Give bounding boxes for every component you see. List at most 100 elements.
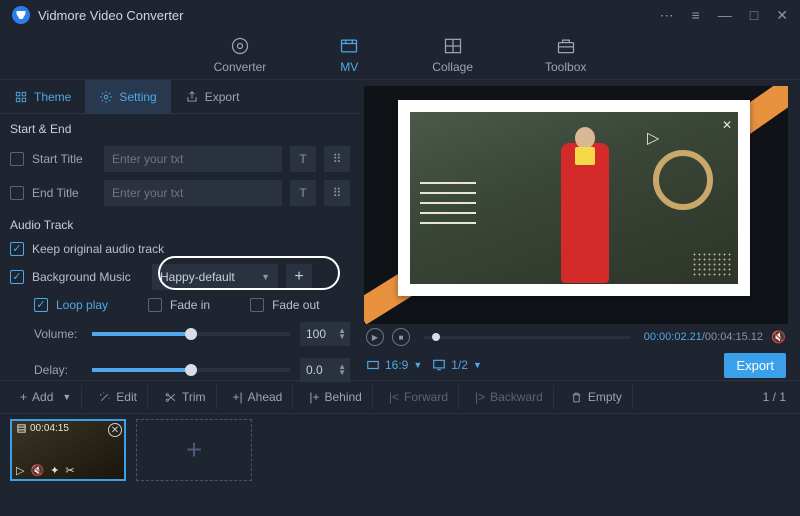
clip-thumbnail[interactable]: 00:04:15 ✕ ▷ 🔇 ✦ ✂ — [10, 419, 126, 481]
add-clip-button[interactable]: + — [136, 419, 252, 481]
content-area: Theme Setting Export Start & End Start T… — [0, 80, 800, 380]
bg-music-checkbox[interactable] — [10, 270, 24, 284]
tab-collage[interactable]: Collage — [424, 32, 481, 78]
clip-play-icon[interactable]: ▷ — [16, 464, 24, 477]
screens-value: 1/2 — [451, 358, 468, 372]
tab-converter[interactable]: Converter — [206, 32, 275, 78]
settings-panel: Theme Setting Export Start & End Start T… — [0, 80, 360, 380]
photo-border: ▷ ✕ — [398, 100, 750, 296]
forward-icon: |< — [389, 390, 399, 404]
ahead-icon: +| — [233, 390, 243, 404]
bg-music-label: Background Music — [32, 270, 144, 284]
start-title-input[interactable] — [104, 146, 282, 172]
subtab-theme-label: Theme — [34, 90, 71, 104]
clip-mute-icon[interactable]: 🔇 — [30, 464, 44, 477]
forward-button[interactable]: |< Forward — [379, 385, 459, 409]
volume-slider[interactable] — [92, 332, 290, 336]
backward-button[interactable]: |> Backward — [465, 385, 554, 409]
fadeout-option: Fade out — [250, 298, 319, 312]
total-time: /00:04:15.12 — [702, 331, 763, 343]
timeline-slider[interactable] — [424, 336, 630, 339]
bg-music-selected: Happy-default — [160, 270, 235, 284]
delay-slider[interactable] — [92, 368, 290, 372]
export-icon — [185, 90, 199, 104]
monitor-icon — [432, 358, 446, 372]
start-title-checkbox[interactable] — [10, 152, 24, 166]
app-logo-icon — [12, 6, 30, 24]
delay-input[interactable]: 0.0 ▲▼ — [300, 358, 350, 382]
ahead-button[interactable]: +| Ahead — [223, 385, 294, 409]
tab-toolbox[interactable]: Toolbox — [537, 32, 594, 78]
tab-toolbox-label: Toolbox — [545, 60, 586, 74]
end-title-effect-button[interactable]: ⠿ — [324, 180, 350, 206]
film-icon — [16, 423, 27, 434]
volume-input[interactable]: 100 ▲▼ — [300, 322, 350, 346]
end-title-font-button[interactable]: T — [290, 180, 316, 206]
clip-tools: ▷ 🔇 ✦ ✂ — [16, 464, 75, 477]
end-title-row: End Title T ⠿ — [0, 176, 360, 210]
maximize-icon[interactable]: □ — [750, 7, 758, 24]
behind-button[interactable]: |+ Behind — [299, 385, 373, 409]
stop-button[interactable]: ■ — [392, 328, 410, 346]
window-controls: ⋯ ≡ — □ ✕ — [660, 7, 788, 24]
close-icon[interactable]: ✕ — [776, 7, 788, 24]
empty-button[interactable]: Empty — [560, 385, 633, 409]
aspect-ratio-dropdown[interactable]: 16:9 ▼ — [366, 358, 422, 372]
loop-label: Loop play — [56, 298, 108, 312]
tab-mv-label: MV — [340, 60, 358, 74]
video-preview: ▷ ✕ — [410, 112, 738, 284]
subtab-theme[interactable]: Theme — [0, 80, 85, 114]
plus-icon: + — [20, 390, 27, 404]
trim-button[interactable]: Trim — [154, 385, 217, 409]
preview-frame: ▷ ✕ — [364, 86, 788, 324]
start-title-row: Start Title T ⠿ — [0, 142, 360, 176]
clip-edit-icon[interactable]: ✦ — [50, 464, 59, 477]
fadein-checkbox[interactable] — [148, 298, 162, 312]
add-button[interactable]: + Add ▼ — [10, 385, 82, 409]
collage-icon — [442, 36, 464, 56]
action-bar: + Add ▼ Edit Trim +| Ahead |+ Behind |< … — [0, 380, 800, 414]
clip-cut-icon[interactable]: ✂ — [65, 464, 74, 477]
toolbox-icon — [555, 36, 577, 56]
clip-remove-button[interactable]: ✕ — [108, 423, 122, 437]
subtab-export[interactable]: Export — [171, 80, 254, 114]
export-button[interactable]: Export — [724, 353, 786, 378]
gear-icon — [99, 90, 113, 104]
time-display: 00:00:02.21/00:04:15.12 — [644, 331, 763, 343]
feedback-icon[interactable]: ⋯ — [660, 7, 674, 24]
subtab-export-label: Export — [205, 90, 240, 104]
start-title-font-button[interactable]: T — [290, 146, 316, 172]
chevron-down-icon: ▼ — [261, 272, 270, 282]
edit-button[interactable]: Edit — [88, 385, 148, 409]
page-indicator: 1 / 1 — [763, 390, 790, 404]
playback-controls: ▶ ■ 00:00:02.21/00:04:15.12 🔇 — [364, 324, 788, 350]
bg-music-dropdown[interactable]: Happy-default ▼ — [152, 264, 278, 290]
backward-label: Backward — [490, 390, 543, 404]
wand-icon — [98, 391, 111, 404]
fadeout-checkbox[interactable] — [250, 298, 264, 312]
keep-original-row: Keep original audio track — [0, 238, 360, 260]
keep-original-label: Keep original audio track — [32, 242, 164, 256]
add-music-button[interactable]: + — [286, 264, 312, 290]
end-title-label: End Title — [32, 186, 96, 200]
minimize-icon[interactable]: — — [718, 7, 732, 24]
behind-label: Behind — [324, 390, 361, 404]
end-title-input[interactable] — [104, 180, 282, 206]
add-label: Add — [32, 390, 53, 404]
volume-icon[interactable]: 🔇 — [771, 330, 786, 344]
tab-converter-label: Converter — [214, 60, 267, 74]
subtab-setting[interactable]: Setting — [85, 80, 170, 114]
fadeout-label: Fade out — [272, 298, 319, 312]
end-title-checkbox[interactable] — [10, 186, 24, 200]
current-time: 00:00:02.21 — [644, 331, 702, 343]
delay-value: 0.0 — [306, 363, 323, 377]
section-start-end: Start & End — [0, 114, 360, 142]
keep-original-checkbox[interactable] — [10, 242, 24, 256]
menu-icon[interactable]: ≡ — [692, 7, 700, 24]
screen-count-dropdown[interactable]: 1/2 ▼ — [432, 358, 482, 372]
start-title-effect-button[interactable]: ⠿ — [324, 146, 350, 172]
play-button[interactable]: ▶ — [366, 328, 384, 346]
loop-checkbox[interactable] — [34, 298, 48, 312]
fadein-label: Fade in — [170, 298, 210, 312]
tab-mv[interactable]: MV — [330, 32, 368, 78]
